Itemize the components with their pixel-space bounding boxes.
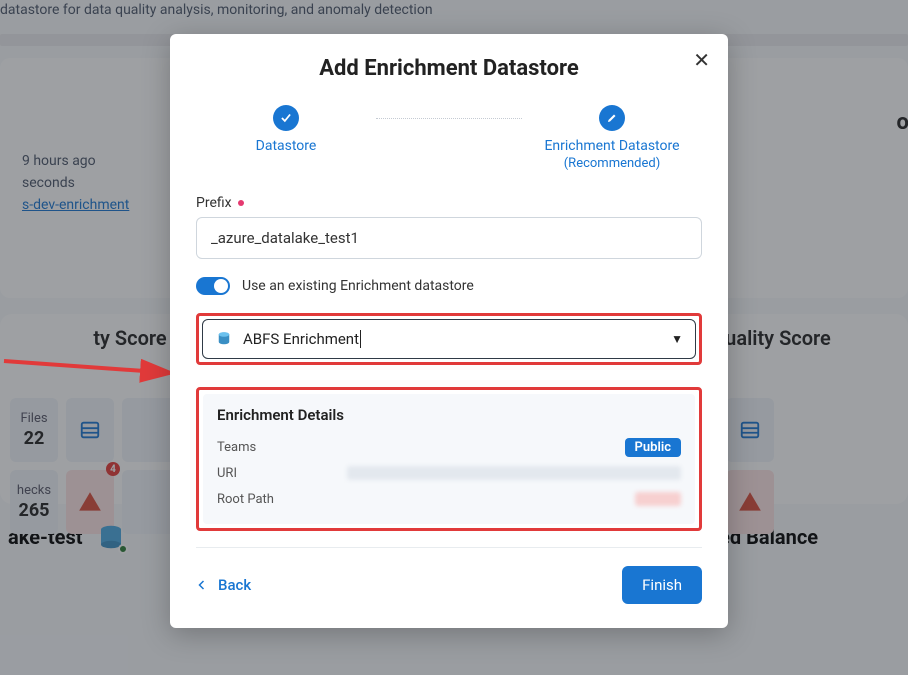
add-enrichment-datastore-modal: ✕ Add Enrichment Datastore Datastore Enr… [170, 34, 728, 628]
chevron-down-icon: ▼ [671, 332, 683, 346]
database-icon [215, 330, 233, 348]
check-circle-icon [273, 105, 299, 131]
chevron-left-icon [196, 578, 208, 592]
pencil-circle-icon [599, 105, 625, 131]
step-line [376, 118, 522, 119]
modal-stepper: Datastore Enrichment Datastore (Recommen… [196, 105, 702, 173]
redacted-rootpath-value [635, 492, 681, 506]
details-teams-label: Teams [217, 440, 256, 455]
finish-button[interactable]: Finish [622, 566, 702, 604]
dropdown-selected-value: ABFS Enrichment [243, 330, 361, 348]
redacted-uri-value [347, 466, 681, 480]
prefix-input[interactable] [196, 217, 702, 259]
step-datastore[interactable]: Datastore [196, 105, 376, 155]
dropdown-highlight-box: ABFS Enrichment ▼ [196, 313, 702, 365]
details-uri-label: URI [217, 466, 237, 481]
modal-title: Add Enrichment Datastore [196, 56, 702, 81]
use-existing-label: Use an existing Enrichment datastore [242, 278, 474, 294]
enrichment-details-title: Enrichment Details [217, 406, 681, 424]
details-rootpath-label: Root Path [217, 492, 274, 507]
details-highlight-box: Enrichment Details Teams Public URI Root… [196, 387, 702, 531]
step-enrichment-datastore[interactable]: Enrichment Datastore (Recommended) [522, 105, 702, 173]
public-badge: Public [625, 438, 681, 457]
divider [196, 547, 702, 548]
close-button[interactable]: ✕ [693, 48, 710, 72]
back-button[interactable]: Back [196, 576, 251, 594]
use-existing-toggle[interactable] [196, 277, 230, 295]
prefix-label: Prefix [196, 195, 702, 211]
enrichment-details-panel: Enrichment Details Teams Public URI Root… [203, 394, 695, 524]
enrichment-datastore-dropdown[interactable]: ABFS Enrichment ▼ [202, 319, 696, 359]
required-dot-icon [238, 200, 244, 206]
